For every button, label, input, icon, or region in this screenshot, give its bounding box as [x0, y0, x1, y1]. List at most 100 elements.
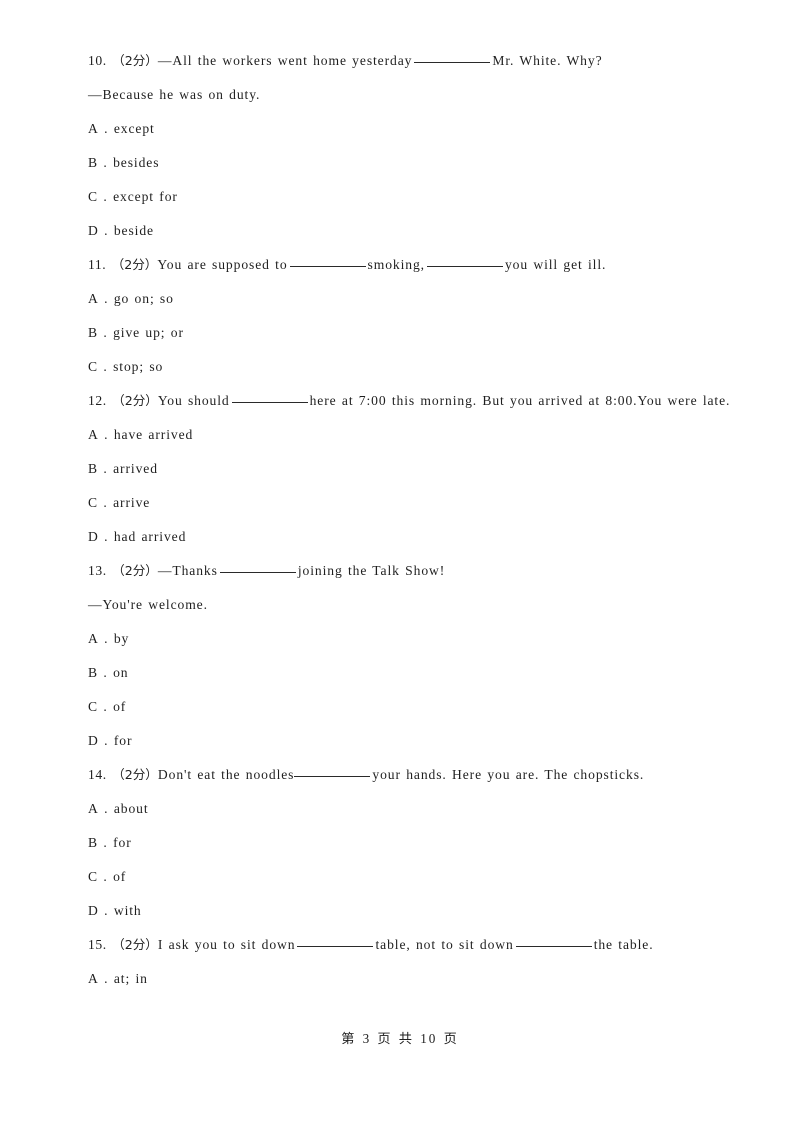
option-row[interactable]: C . stop; so: [68, 350, 732, 384]
question-number: 12.: [88, 393, 107, 408]
option-text: of: [113, 699, 127, 714]
answer-blank[interactable]: [297, 946, 374, 947]
footer-label-middle: 页 共: [377, 1032, 414, 1047]
answer-blank[interactable]: [231, 402, 308, 403]
option-row[interactable]: A . go on; so: [68, 282, 732, 316]
option-label: C: [88, 189, 99, 204]
option-row[interactable]: B . arrived: [68, 452, 732, 486]
option-row[interactable]: C . except for: [68, 180, 732, 214]
option-separator: .: [103, 155, 108, 170]
option-text: at; in: [113, 971, 148, 986]
option-text: give up; or: [113, 325, 184, 340]
answer-blank[interactable]: [426, 266, 503, 267]
page-footer: 第 3 页 共 10 页: [0, 1028, 800, 1047]
question-marks: （2分）: [112, 53, 158, 68]
option-row[interactable]: C . arrive: [68, 486, 732, 520]
question-stem-before: —All the workers went home yesterday: [157, 53, 413, 68]
option-separator: .: [103, 461, 108, 476]
option-row[interactable]: A . at; in: [68, 962, 732, 996]
question-stem-before: You are supposed to: [157, 257, 288, 272]
option-label: A: [88, 427, 99, 442]
option-separator: .: [103, 835, 108, 850]
option-text: with: [113, 903, 142, 918]
option-separator: .: [103, 495, 108, 510]
option-separator: .: [104, 631, 109, 646]
option-label: C: [88, 359, 99, 374]
dialogue-reply: —Because he was on duty.: [88, 87, 261, 102]
document-page: 10. （2分）—All the workers went home yeste…: [0, 0, 800, 1132]
option-row[interactable]: A . except: [68, 112, 732, 146]
question-stem-after: the table.: [593, 937, 654, 952]
footer-page-number: 3: [362, 1031, 372, 1046]
option-label: A: [88, 121, 99, 136]
option-label: B: [88, 325, 99, 340]
option-row[interactable]: B . besides: [68, 146, 732, 180]
question-stem: 13. （2分）—Thanks joining the Talk Show!: [68, 554, 732, 588]
option-separator: .: [104, 903, 109, 918]
question-stem-before: Don't eat the noodles: [157, 767, 295, 782]
answer-blank[interactable]: [294, 776, 371, 777]
question-stem-after: you will get ill.: [504, 257, 607, 272]
option-text: had arrived: [113, 529, 187, 544]
option-row[interactable]: B . for: [68, 826, 732, 860]
option-row[interactable]: D . beside: [68, 214, 732, 248]
option-row[interactable]: C . of: [68, 690, 732, 724]
question-number: 14.: [88, 767, 107, 782]
question-stem: 12. （2分）You should here at 7:00 this morn…: [68, 384, 732, 418]
answer-blank[interactable]: [289, 266, 366, 267]
option-row[interactable]: D . with: [68, 894, 732, 928]
exam-question-list: 10. （2分）—All the workers went home yeste…: [68, 44, 732, 996]
question-marks: （2分）: [112, 937, 158, 952]
question-stem-middle: table, not to sit down: [375, 937, 514, 952]
answer-blank[interactable]: [515, 946, 592, 947]
option-separator: .: [104, 427, 109, 442]
option-row[interactable]: D . for: [68, 724, 732, 758]
option-label: C: [88, 699, 99, 714]
question-number: 13.: [88, 563, 107, 578]
footer-label-suffix: 页: [443, 1032, 459, 1047]
option-label: C: [88, 869, 99, 884]
option-separator: .: [103, 869, 108, 884]
question-marks: （2分）: [112, 563, 158, 578]
option-label: D: [88, 733, 99, 748]
option-row[interactable]: D . had arrived: [68, 520, 732, 554]
option-separator: .: [103, 359, 108, 374]
option-row[interactable]: A . about: [68, 792, 732, 826]
option-label: A: [88, 801, 99, 816]
option-label: C: [88, 495, 99, 510]
option-text: except for: [113, 189, 178, 204]
option-text: except: [113, 121, 155, 136]
footer-page-total: 10: [420, 1031, 438, 1046]
question-marks: （2分）: [112, 393, 158, 408]
question-stem-before: —Thanks: [157, 563, 218, 578]
question-number: 15.: [88, 937, 107, 952]
option-separator: .: [104, 529, 109, 544]
option-separator: .: [104, 733, 109, 748]
option-row[interactable]: C . of: [68, 860, 732, 894]
option-text: beside: [113, 223, 154, 238]
question-stem-after: joining the Talk Show!: [297, 563, 446, 578]
question-number: 10.: [88, 53, 107, 68]
option-separator: .: [103, 699, 108, 714]
option-label: B: [88, 835, 99, 850]
option-label: A: [88, 971, 99, 986]
question-number: 11.: [88, 257, 107, 272]
option-separator: .: [103, 665, 108, 680]
option-row[interactable]: B . on: [68, 656, 732, 690]
option-row[interactable]: A . have arrived: [68, 418, 732, 452]
answer-blank[interactable]: [219, 572, 296, 573]
option-text: for: [113, 733, 133, 748]
option-separator: .: [103, 189, 108, 204]
question-stem-middle: smoking,: [367, 257, 425, 272]
question-stem-after: Mr. White. Why?: [492, 53, 603, 68]
option-row[interactable]: B . give up; or: [68, 316, 732, 350]
option-label: B: [88, 155, 99, 170]
option-text: on: [113, 665, 129, 680]
option-label: D: [88, 903, 99, 918]
option-row[interactable]: A . by: [68, 622, 732, 656]
answer-blank[interactable]: [414, 62, 491, 63]
dialogue-reply: —You're welcome.: [88, 597, 208, 612]
question-stem: 15. （2分）I ask you to sit down table, not …: [68, 928, 732, 962]
footer-label-prefix: 第: [341, 1032, 357, 1047]
option-label: B: [88, 665, 99, 680]
